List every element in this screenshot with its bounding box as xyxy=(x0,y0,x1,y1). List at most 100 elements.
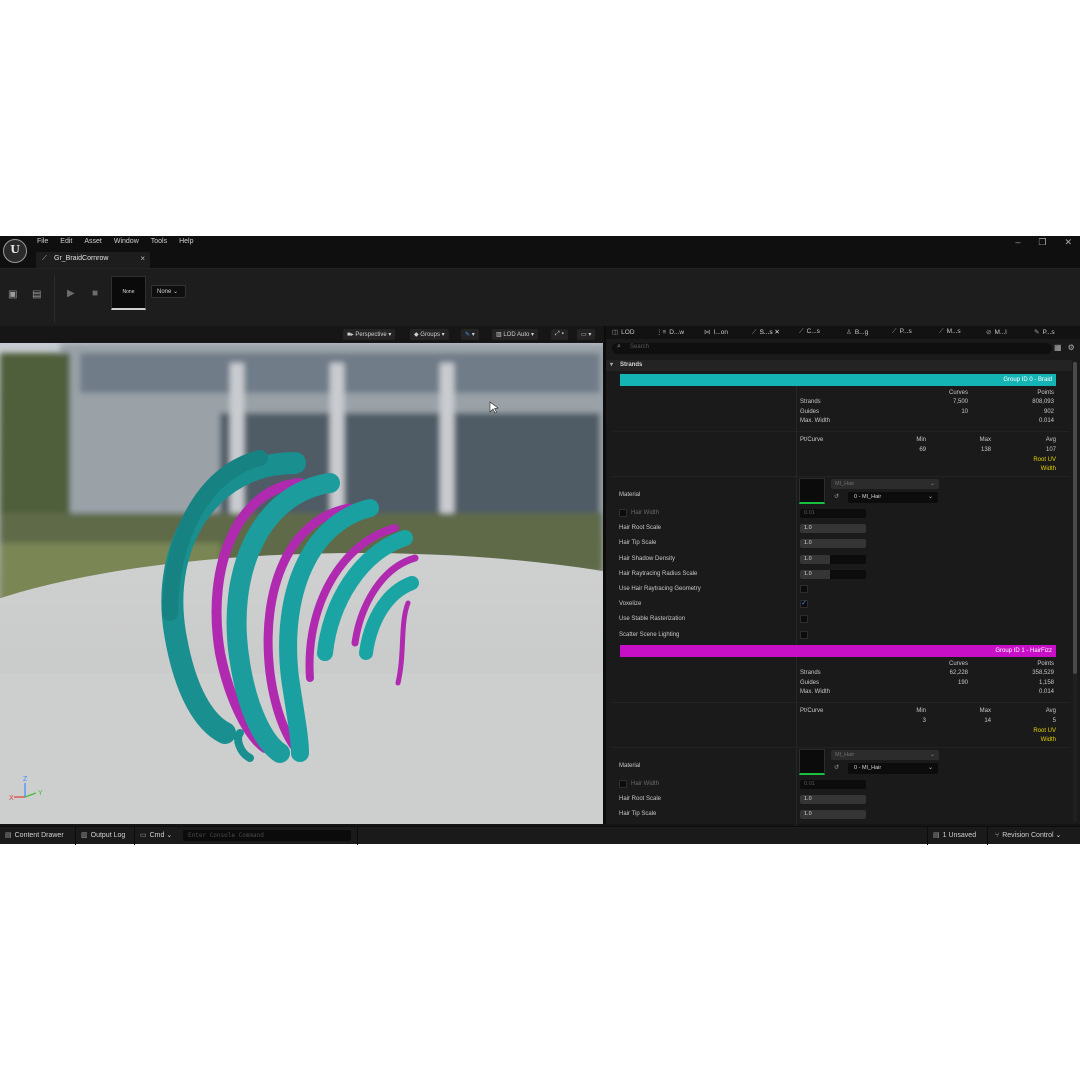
attribute-label: Root UV xyxy=(1033,456,1056,463)
tab-physics[interactable]: ⟋ P...s xyxy=(892,328,912,336)
override-checkbox[interactable] xyxy=(619,780,627,788)
chevron-down-icon: ⌄ xyxy=(173,289,179,295)
strands-section-header[interactable]: ▾ Strands xyxy=(606,360,1072,371)
property-value: 0.01 xyxy=(804,781,815,787)
lod-icon: ◫ xyxy=(612,329,619,336)
tab-interpolation[interactable]: ⋈ I...on xyxy=(704,328,728,336)
material-thumbnail[interactable] xyxy=(799,749,825,775)
stat-label: Strands xyxy=(800,399,821,405)
scrollbar-thumb[interactable] xyxy=(1073,362,1077,674)
material-picker[interactable]: ↺ 0 - MI_Hair ⌄ xyxy=(834,763,938,774)
status-divider xyxy=(927,827,928,845)
reset-icon[interactable]: ↺ xyxy=(834,764,839,771)
stop-icon[interactable]: ■ xyxy=(92,288,98,299)
menu-file[interactable]: File xyxy=(37,238,48,245)
tab-meshes[interactable]: ⟋ M...s xyxy=(939,328,961,336)
stat-label: Guides xyxy=(800,679,820,686)
table-view-icon[interactable]: ▦ xyxy=(1054,343,1062,352)
layout-icon: ▭ xyxy=(581,332,587,338)
search-placeholder: Search xyxy=(630,344,650,350)
unsaved-button[interactable]: ▤ 1 Unsaved xyxy=(933,831,976,839)
tab-material[interactable]: ⊘ M...l xyxy=(986,328,1007,336)
ptcurve-min-value: 3 xyxy=(922,718,926,724)
menu-asset[interactable]: Asset xyxy=(84,238,102,245)
gear-icon[interactable]: ⚙ xyxy=(1068,343,1075,352)
close-window-icon[interactable]: ✕ xyxy=(1064,237,1072,248)
ptcurve-avg-value: 5 xyxy=(1052,718,1056,724)
scene-view[interactable]: Z X Y xyxy=(0,343,603,824)
material-icon: ⊘ xyxy=(986,329,992,336)
close-tab-icon[interactable]: ✕ xyxy=(773,329,779,336)
pencil-icon: ✎ xyxy=(1034,329,1040,336)
close-tab-icon[interactable]: × xyxy=(140,254,145,263)
asset-tab[interactable]: ⟋ Gr_BraidCornrow × xyxy=(36,252,150,268)
material-picker[interactable]: ↺ 0 - MI_Hair ⌄ xyxy=(834,492,938,503)
property-checkbox[interactable] xyxy=(800,630,808,639)
menu-window[interactable]: Window xyxy=(114,238,139,245)
material-label: Material xyxy=(619,492,641,498)
property-value: 0.01 xyxy=(804,510,815,516)
lod-button[interactable]: ▥ LOD Auto ▾ xyxy=(492,329,539,340)
content-drawer-button[interactable]: ▤ Content Drawer xyxy=(5,831,64,839)
property-value-field[interactable]: 1.0 xyxy=(800,569,866,579)
menu-help[interactable]: Help xyxy=(179,238,193,245)
browse-asset-icon[interactable]: ▤ xyxy=(32,289,41,300)
unreal-logo-icon[interactable]: U xyxy=(3,239,27,263)
transform-icon: ⤢ xyxy=(555,331,560,337)
layout-button[interactable]: ▭ ▾ xyxy=(577,329,596,340)
tab-lod[interactable]: ◫ LOD xyxy=(612,328,635,336)
meshes-icon: ⟋ xyxy=(939,328,944,335)
transform-button[interactable]: ⤢ ▾ xyxy=(551,329,568,340)
override-checkbox[interactable] xyxy=(619,509,627,517)
minimize-icon[interactable]: – xyxy=(1015,237,1020,248)
group-header-bar[interactable]: Group ID 0 - Braid xyxy=(620,374,1056,386)
tab-strands[interactable]: ⟋ S...s ✕ xyxy=(752,328,780,337)
search-input[interactable]: ⌕ Search xyxy=(612,343,1052,354)
menu-edit[interactable]: Edit xyxy=(60,238,72,245)
viewport[interactable]: ■▸ Perspective ▾ ◆ Groups ▾ ✎ ▾ ▥ LOD Au… xyxy=(0,326,604,824)
group-header-bar[interactable]: Group ID 1 - HairFizz xyxy=(620,645,1056,657)
unsaved-icon: ▤ xyxy=(933,832,940,839)
panel-scrollbar[interactable] xyxy=(1073,362,1077,822)
output-log-button[interactable]: ▥ Output Log xyxy=(81,831,125,839)
cmd-label: Cmd xyxy=(149,832,165,839)
tab-drawing[interactable]: ⋮≡ D...w xyxy=(656,328,684,336)
show-flags-button[interactable]: ✎ ▾ xyxy=(461,329,479,340)
property-value-field[interactable]: 1.0 xyxy=(800,810,866,820)
property-checkbox[interactable] xyxy=(800,585,808,593)
property-value-field[interactable]: 1.0 xyxy=(800,554,866,564)
console-input[interactable]: Enter Console Command xyxy=(183,830,351,841)
material-slot-combo[interactable]: MI_Hair ⌄ xyxy=(831,479,939,489)
reset-icon[interactable]: ↺ xyxy=(834,493,839,500)
property-checkbox[interactable] xyxy=(800,615,808,624)
material-thumbnail[interactable] xyxy=(799,478,825,504)
property-value-field[interactable]: 1.0 xyxy=(800,524,866,534)
attribute-label: Width xyxy=(1040,737,1056,743)
property-label: Hair Root Scale xyxy=(619,525,662,532)
max-header: Max xyxy=(979,708,991,714)
stat-curves-value: 190 xyxy=(957,679,968,686)
output-log-icon: ▥ xyxy=(81,832,88,839)
play-icon[interactable]: ▶ xyxy=(67,288,75,299)
groups-button[interactable]: ◆ Groups ▾ xyxy=(410,329,449,340)
property-label: Use Stable Rasterization xyxy=(619,616,686,623)
cmd-dropdown[interactable]: ▭ Cmd ⌄ xyxy=(140,831,172,839)
save-icon[interactable]: ▣ xyxy=(8,289,17,300)
curves-header: Curves xyxy=(948,661,968,667)
menu-tools[interactable]: Tools xyxy=(151,238,167,245)
tab-pencil[interactable]: ✎ P...s xyxy=(1034,328,1055,336)
stat-points-value: 0.014 xyxy=(1038,418,1054,424)
property-value-field[interactable]: 1.0 xyxy=(800,795,866,805)
perspective-button[interactable]: ■▸ Perspective ▾ xyxy=(343,329,396,340)
property-value-field[interactable]: 1.0 xyxy=(800,539,866,549)
maximize-icon[interactable]: ❐ xyxy=(1038,237,1046,248)
stat-points-value: 1,158 xyxy=(1038,679,1054,686)
property-checkbox[interactable]: ✓ xyxy=(800,600,808,609)
preview-dropdown[interactable]: None ⌄ xyxy=(151,285,186,298)
tab-cards[interactable]: ⟋ C...s xyxy=(799,328,820,336)
revision-control-button[interactable]: ⑂ Revision Control ⌄ xyxy=(995,831,1061,839)
search-icon: ⌕ xyxy=(617,343,621,350)
tab-binding[interactable]: ♙ B...g xyxy=(846,328,868,336)
material-slot-combo[interactable]: MI_Hair ⌄ xyxy=(831,750,939,760)
preview-thumbnail[interactable]: None xyxy=(111,276,146,310)
